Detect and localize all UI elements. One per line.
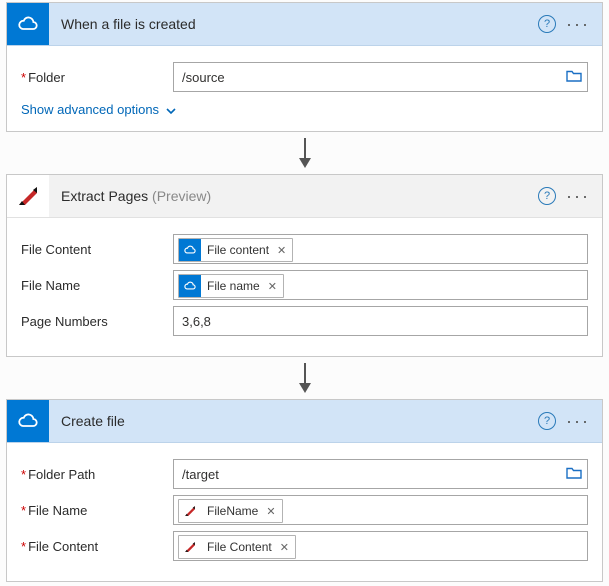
- file-name-token[interactable]: File name ✕: [178, 274, 284, 298]
- folder-picker-icon[interactable]: [566, 69, 582, 86]
- onedrive-icon: [179, 239, 201, 261]
- folder-input[interactable]: [173, 62, 588, 92]
- folder-picker-icon[interactable]: [566, 466, 582, 483]
- step-create-file: Create file ? ··· *Folder Path *File Nam…: [6, 399, 603, 582]
- file-content-token[interactable]: File content ✕: [178, 238, 293, 262]
- file-name-label: File Name: [21, 278, 173, 293]
- help-icon[interactable]: ?: [538, 412, 556, 430]
- folder-path-input[interactable]: [173, 459, 588, 489]
- onedrive-icon: [179, 275, 201, 297]
- file-content-input[interactable]: File content ✕: [173, 234, 588, 264]
- folder-path-label: *Folder Path: [21, 467, 173, 482]
- step1-header[interactable]: When a file is created ? ···: [7, 3, 602, 46]
- remove-token-icon[interactable]: ✕: [276, 541, 295, 554]
- flow-arrow-2: [6, 363, 603, 395]
- extract-pages-icon: [179, 536, 201, 558]
- file-content-label: *File Content: [21, 539, 173, 554]
- step-extract-pages: Extract Pages (Preview) ? ··· File Conte…: [6, 174, 603, 357]
- chevron-down-icon: [165, 105, 175, 115]
- file-name-label: *File Name: [21, 503, 173, 518]
- page-numbers-input[interactable]: [173, 306, 588, 336]
- more-menu-icon[interactable]: ···: [566, 187, 590, 205]
- remove-token-icon[interactable]: ✕: [273, 244, 292, 257]
- folder-label: *Folder: [21, 70, 173, 85]
- remove-token-icon[interactable]: ✕: [264, 280, 283, 293]
- flow-arrow-1: [6, 138, 603, 170]
- help-icon[interactable]: ?: [538, 187, 556, 205]
- onedrive-icon: [7, 400, 49, 442]
- step3-title: Create file: [49, 413, 538, 429]
- show-advanced-options-link[interactable]: Show advanced options: [21, 102, 175, 117]
- step2-header[interactable]: Extract Pages (Preview) ? ···: [7, 175, 602, 218]
- step3-header[interactable]: Create file ? ···: [7, 400, 602, 443]
- remove-token-icon[interactable]: ✕: [262, 505, 281, 518]
- more-menu-icon[interactable]: ···: [566, 412, 590, 430]
- step-when-file-created: When a file is created ? ··· *Folder Sho…: [6, 2, 603, 132]
- file-content-token[interactable]: File Content ✕: [178, 535, 296, 559]
- more-menu-icon[interactable]: ···: [566, 15, 590, 33]
- file-name-input[interactable]: FileName ✕: [173, 495, 588, 525]
- extract-pages-icon: [179, 500, 201, 522]
- step2-title: Extract Pages (Preview): [49, 188, 538, 204]
- onedrive-icon: [7, 3, 49, 45]
- page-numbers-label: Page Numbers: [21, 314, 173, 329]
- file-content-label: File Content: [21, 242, 173, 257]
- file-name-token[interactable]: FileName ✕: [178, 499, 283, 523]
- help-icon[interactable]: ?: [538, 15, 556, 33]
- file-name-input[interactable]: File name ✕: [173, 270, 588, 300]
- step1-title: When a file is created: [49, 16, 538, 32]
- file-content-input[interactable]: File Content ✕: [173, 531, 588, 561]
- extract-pages-icon: [7, 175, 49, 217]
